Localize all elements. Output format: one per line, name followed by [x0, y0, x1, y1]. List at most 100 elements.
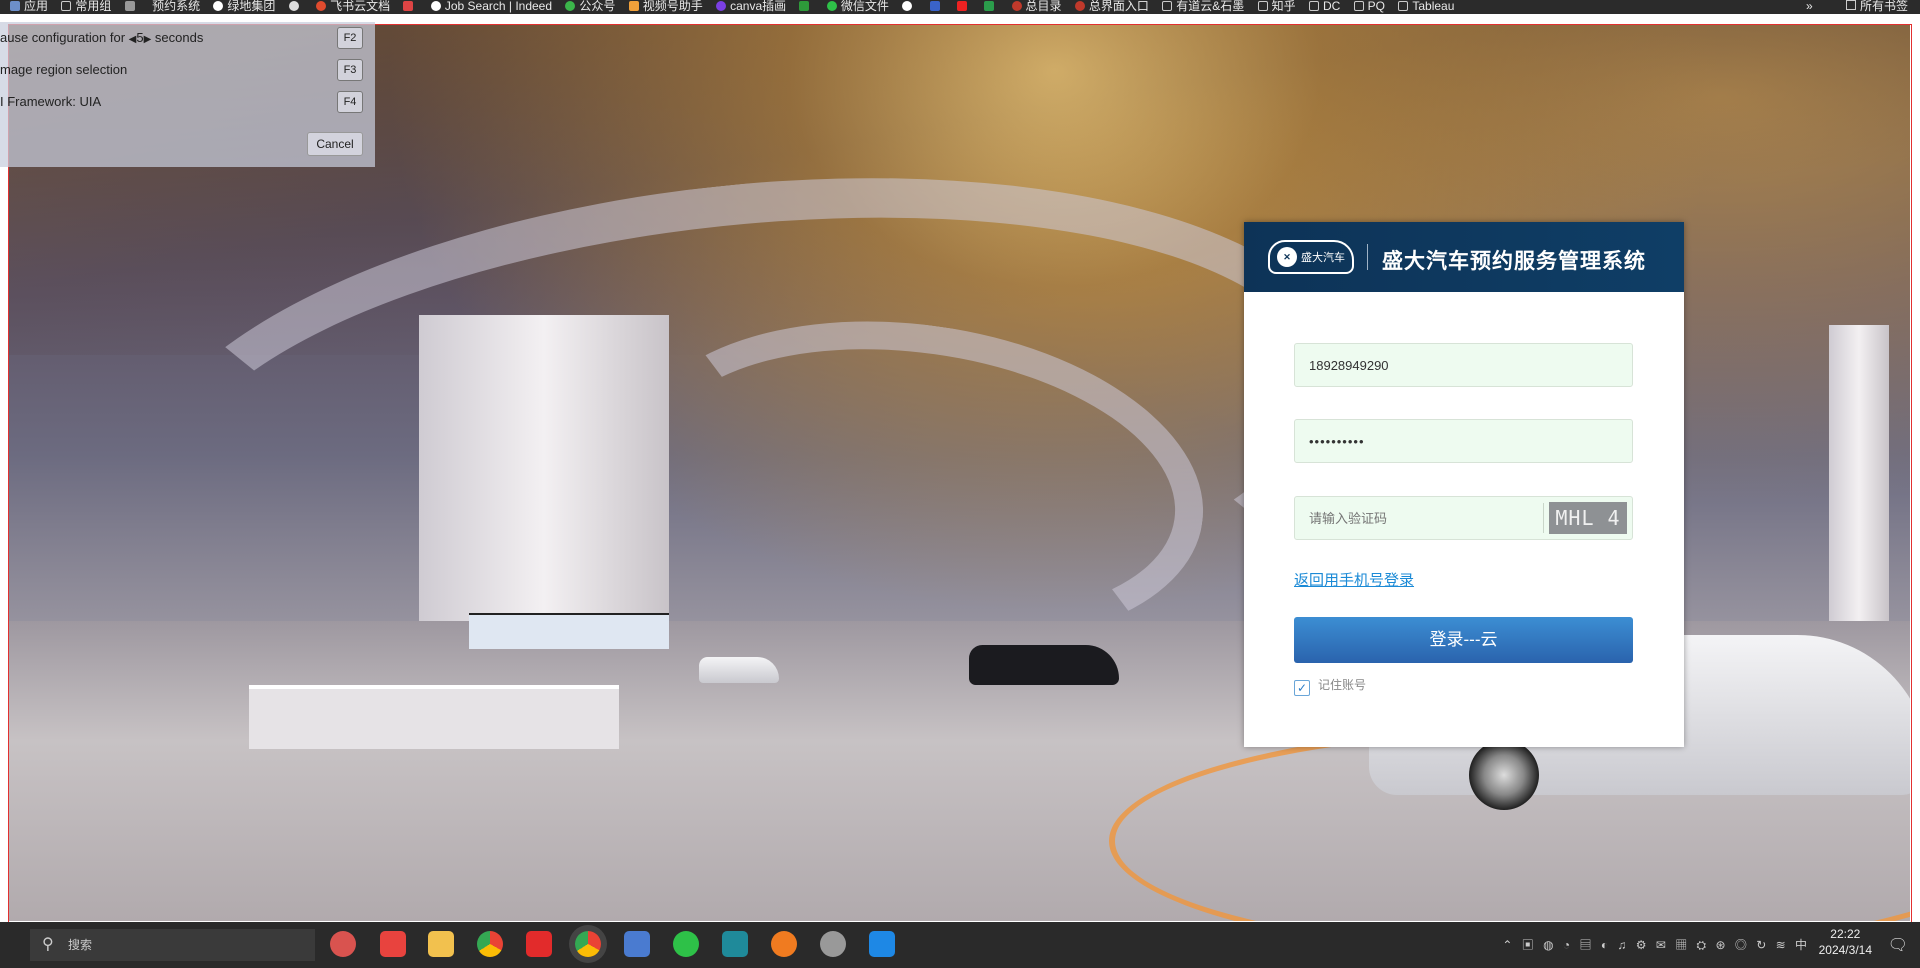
bookmark-wechat-files[interactable]: 微信文件	[826, 0, 889, 12]
clock-time: 22:22	[1830, 927, 1861, 941]
recorder-panel: ause configuration for ◀5▶ seconds F2 ma…	[0, 22, 375, 167]
taskbar-clock[interactable]: 22:22 2024/3/14	[1819, 926, 1872, 958]
username-input[interactable]	[1295, 344, 1632, 386]
framework-shortcut-key: F4	[337, 91, 363, 113]
taskbar-app-search-tool-icon[interactable]	[771, 931, 797, 957]
remember-account[interactable]: ✓ 记住账号	[1294, 675, 1367, 696]
bookmark-reservation[interactable]: 预约系统	[152, 0, 200, 12]
bookmark-mail[interactable]	[124, 0, 139, 12]
password-input[interactable]	[1295, 420, 1632, 462]
captcha-divider	[1543, 503, 1544, 533]
gmail-icon	[403, 1, 414, 11]
green-check-icon	[984, 1, 995, 11]
wechat-official-icon	[565, 1, 576, 11]
bookmarks-bar: 应用 常用组 预约系统 绿地集团 飞书云文档 Job Search | Inde…	[0, 0, 1920, 14]
login-button[interactable]: 登录---云	[1294, 617, 1633, 663]
image-selection-row[interactable]: mage region selection F3	[0, 57, 375, 83]
bookmark-canva[interactable]: canva插画	[716, 0, 786, 12]
folder-icon	[1308, 1, 1319, 11]
framework-row[interactable]: I Framework: UIA F4	[0, 89, 375, 115]
bookmark-google[interactable]	[902, 0, 916, 12]
bookmark-star[interactable]	[929, 0, 944, 12]
bookmark-green-check[interactable]	[984, 0, 998, 12]
taskbar-app-wps-icon[interactable]	[380, 931, 406, 957]
bookmark-folder-tableau[interactable]: Tableau	[1398, 0, 1454, 12]
taskbar-app-settings-icon[interactable]	[820, 931, 846, 957]
remember-label: 记住账号	[1318, 678, 1367, 692]
increase-arrow-icon[interactable]: ▶	[144, 34, 152, 45]
mail-icon	[124, 1, 135, 11]
video-icon	[628, 1, 639, 11]
image-selection-label: mage region selection	[0, 62, 128, 77]
reception-counter	[249, 685, 619, 749]
captcha-input[interactable]	[1295, 497, 1535, 539]
captcha-field: MHL 4	[1294, 496, 1633, 540]
brand-mark-icon: ✕	[1277, 247, 1297, 267]
feishu-icon	[316, 1, 327, 11]
phone-login-link[interactable]: 返回用手机号登录	[1294, 569, 1414, 590]
taskbar: ⚲ 搜索 ⌃ ▣ ◍ ◔ ▤ ◐ ♫ ⚙ ✉ ▦ ⛭ ⊛ ◎ ↻ ≋ 中 22:…	[0, 922, 1920, 968]
system-tray[interactable]: ⌃ ▣ ◍ ◔ ▤ ◐ ♫ ⚙ ✉ ▦ ⛭ ⊛ ◎ ↻ ≋ 中	[1502, 936, 1810, 953]
username-field	[1294, 343, 1633, 387]
apps-grid-icon	[10, 1, 20, 11]
bookmark-apps[interactable]: 应用	[10, 0, 48, 12]
bookmark-folder-pq[interactable]: PQ	[1353, 0, 1385, 12]
bookmark-greenland[interactable]: 绿地集团	[213, 0, 275, 12]
bookmark-folder-zhihu[interactable]: 知乎	[1257, 0, 1296, 12]
pillar-left	[419, 315, 669, 645]
pause-unit: seconds	[154, 30, 204, 45]
bookmark-icon	[1074, 1, 1085, 11]
all-bookmarks-button[interactable]: 所有书签	[1860, 0, 1908, 13]
google-icon	[902, 1, 913, 11]
taskbar-app-red-icon[interactable]	[526, 931, 552, 957]
bookmark-video-assistant[interactable]: 视频号助手	[628, 0, 703, 12]
taskbar-app-mascot-icon[interactable]	[330, 931, 356, 957]
bookmark-entry[interactable]: 总界面入口	[1074, 0, 1149, 12]
bookmark-folder-common[interactable]: 常用组	[61, 0, 111, 12]
display-screens	[469, 613, 669, 649]
password-field	[1294, 419, 1633, 463]
bookmark-folder-youdao[interactable]: 有道云&石墨	[1162, 0, 1244, 12]
taskbar-app-blue-icon[interactable]	[869, 931, 895, 957]
system-title: 盛大汽车预约服务管理系统	[1382, 250, 1646, 273]
bookmark-gmail[interactable]	[403, 0, 417, 12]
bookmark-openai[interactable]	[288, 0, 303, 12]
bookmark-feishu[interactable]: 飞书云文档	[316, 0, 390, 12]
framework-label: I Framework: UIA	[0, 94, 102, 109]
pause-value[interactable]: 5	[136, 30, 143, 45]
pause-shortcut-key: F2	[337, 27, 363, 49]
green-app-icon	[799, 1, 810, 11]
bookmark-youtube[interactable]	[956, 0, 971, 12]
folder-icon	[1162, 1, 1173, 11]
taskbar-app-wechat-icon[interactable]	[673, 931, 699, 957]
bookmark-index[interactable]: 总目录	[1011, 0, 1062, 12]
taskbar-app-explorer-icon[interactable]	[428, 931, 454, 957]
bookmarks-right: » 所有书签	[1806, 0, 1908, 12]
notification-icon[interactable]: 🗨	[1888, 935, 1908, 955]
remember-checkbox[interactable]: ✓	[1294, 680, 1310, 696]
ime-indicator[interactable]: 中	[1795, 938, 1810, 952]
folder-icon	[1257, 1, 1268, 11]
taskbar-app-teal-icon[interactable]	[722, 931, 748, 957]
bookmark-folder-dc[interactable]: DC	[1308, 0, 1340, 12]
search-placeholder: 搜索	[68, 938, 93, 952]
canva-icon	[716, 1, 727, 11]
captcha-image[interactable]: MHL 4	[1549, 502, 1627, 534]
bookmark-official-account[interactable]: 公众号	[565, 0, 615, 12]
cancel-button[interactable]: Cancel	[307, 132, 363, 156]
taskbar-app-chrome-active-icon[interactable]	[575, 931, 601, 957]
folder-icon	[1353, 1, 1364, 11]
taskbar-app-flag-icon[interactable]	[624, 931, 650, 957]
taskbar-app-chrome-icon[interactable]	[477, 931, 503, 957]
more-bookmarks-button[interactable]: »	[1806, 0, 1813, 13]
bookmark-green-app[interactable]	[799, 0, 813, 12]
brand-logo: ✕ 盛大汽车	[1268, 240, 1354, 274]
folder-icon	[1398, 1, 1409, 11]
bookmark-icon	[213, 1, 224, 11]
bookmark-indeed[interactable]: Job Search | Indeed	[430, 0, 552, 12]
image-shortcut-key: F3	[337, 59, 363, 81]
logo-text: 盛大汽车	[1301, 252, 1345, 264]
search-icon: ⚲	[42, 936, 54, 953]
car-dark	[969, 645, 1119, 685]
taskbar-search[interactable]: ⚲ 搜索	[30, 929, 315, 961]
